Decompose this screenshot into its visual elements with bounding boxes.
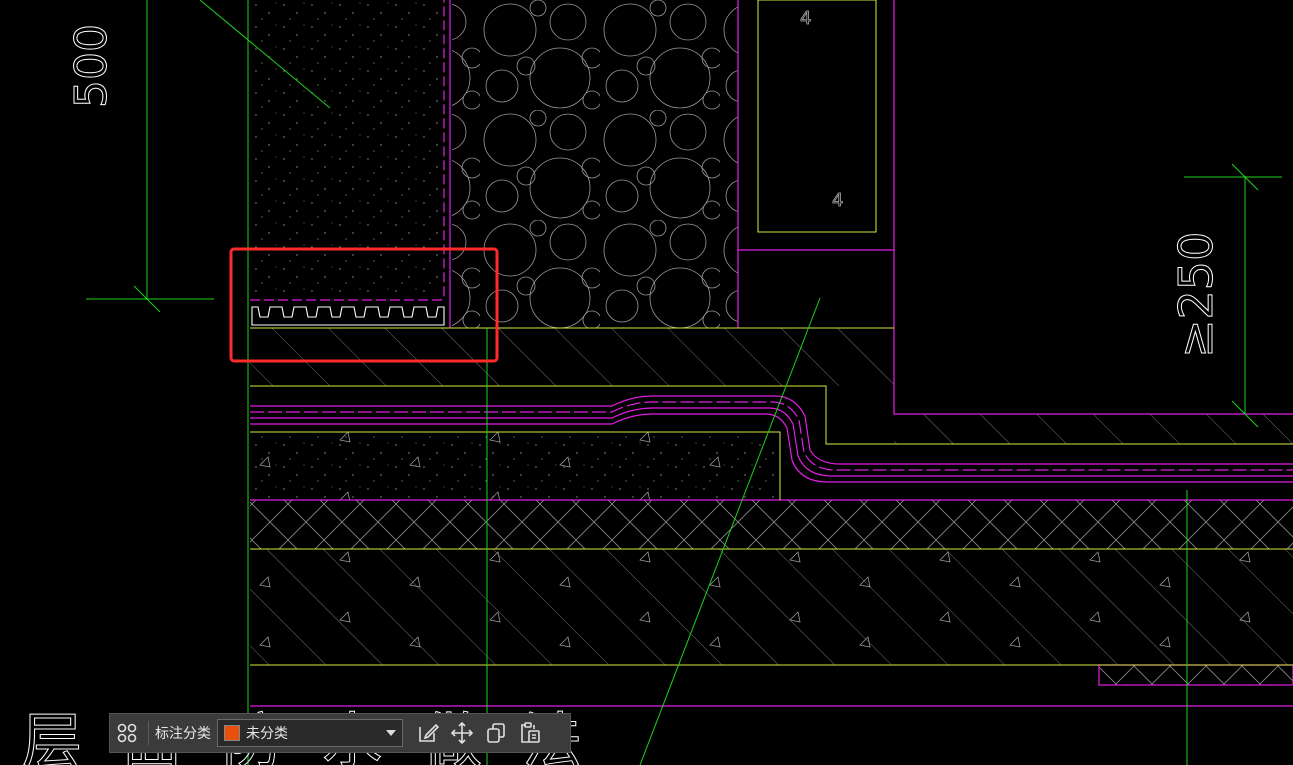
category-dropdown[interactable]: 未分类	[217, 719, 403, 747]
grid-icon[interactable]	[110, 716, 144, 750]
gravel-triangles	[250, 432, 780, 500]
edit-note-icon[interactable]	[411, 716, 445, 750]
hatch-mark-b: 4	[832, 190, 843, 211]
upper-concrete-dots	[250, 0, 444, 296]
chevron-down-icon	[386, 730, 396, 736]
dimension-500-text: 500	[66, 24, 117, 108]
base-triangles	[250, 549, 1293, 665]
move-icon[interactable]	[445, 716, 479, 750]
cad-drawing-canvas[interactable]: 500 ≥250 4 4 层面防水做法	[0, 0, 1293, 765]
hatch-mark-a: 4	[800, 8, 811, 29]
dimension-250-text: ≥250	[1169, 232, 1223, 358]
right-slab-diagonal-hatch	[894, 414, 1293, 444]
stone-fill-hatch	[452, 0, 738, 328]
drainage-board-profile	[251, 306, 445, 326]
lower-cross-strip	[1099, 665, 1293, 685]
copy-icon[interactable]	[479, 716, 513, 750]
cross-hatch-layer	[250, 500, 1293, 549]
category-label: 标注分类	[155, 726, 211, 742]
category-color-swatch	[224, 725, 240, 741]
toolbar-separator	[148, 721, 149, 745]
category-value: 未分类	[246, 726, 288, 742]
annotation-toolbar: 标注分类 未分类	[109, 713, 571, 753]
paste-icon[interactable]	[513, 716, 547, 750]
